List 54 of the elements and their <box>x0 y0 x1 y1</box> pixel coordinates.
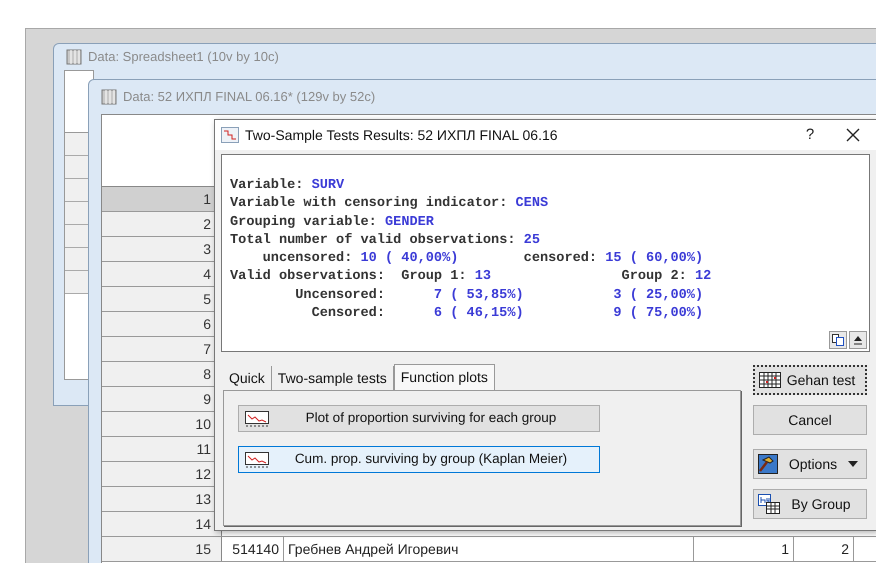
tab[interactable]: Function plots <box>394 364 495 390</box>
table-cell: Гребнев Андрей Игоревич <box>284 537 694 561</box>
result-label: Group 1: <box>401 268 467 286</box>
result-label: Grouping variable: <box>230 214 377 232</box>
dropdown-caret-icon <box>848 461 858 467</box>
copy-button[interactable] <box>829 331 847 349</box>
result-value: 10 ( 40,00%) <box>360 250 458 268</box>
result-label: Total number of valid observations: <box>230 232 516 250</box>
result-value: GENDER <box>385 214 434 232</box>
table-cell: 1 <box>694 537 794 561</box>
table-icon <box>759 372 781 388</box>
action-button[interactable]: By Group <box>753 489 867 519</box>
window-title: Data: Spreadsheet1 (10v by 10c) <box>88 48 279 66</box>
action-button[interactable]: Gehan test <box>753 365 867 395</box>
result-value: 12 <box>694 268 712 286</box>
row-header[interactable]: 15 <box>102 537 222 561</box>
result-value: 7 ( 53,85%) <box>434 288 524 303</box>
close-icon <box>846 128 860 142</box>
table-cell: 514140 <box>222 537 284 561</box>
result-label: Variable with censoring indicator: <box>230 195 508 214</box>
result-label: uncensored: <box>262 250 352 268</box>
dialog-title: Two-Sample Tests Results: 52 ИХПЛ FINAL 06.16 <box>245 126 559 145</box>
result-value: 13 <box>474 268 492 286</box>
result-value: 9 ( 75,00%) <box>613 306 704 322</box>
result-label: Uncensored: <box>295 286 385 305</box>
result-label: Censored: <box>312 305 385 324</box>
spreadsheet-icon <box>66 49 82 65</box>
result-label: Variable: <box>230 177 304 195</box>
action-button[interactable]: Options <box>753 449 867 479</box>
result-value: 15 ( 60,00%) <box>605 250 704 268</box>
result-value: 25 <box>524 232 540 250</box>
plot-icon <box>245 410 269 426</box>
plot-icon <box>245 452 269 468</box>
table-cell: 2 <box>794 537 854 561</box>
result-value: CENS <box>516 195 548 214</box>
result-value: 6 ( 46,15%) <box>434 306 524 322</box>
grouped-table-icon <box>758 494 780 514</box>
collapse-button[interactable] <box>849 331 867 349</box>
plot-button[interactable]: Cum. prop. surviving by group (Kaplan Meier) <box>238 446 600 473</box>
spreadsheet-icon <box>101 89 117 105</box>
help-button[interactable]: ? <box>790 124 830 146</box>
action-button[interactable]: Cancel <box>753 405 867 435</box>
window-title: Data: 52 ИХПЛ FINAL 06.16* (129v by 52c) <box>123 88 376 106</box>
result-value: 3 ( 25,00%) <box>613 288 704 303</box>
row-header[interactable]: 14 <box>102 512 222 536</box>
copy-icon <box>832 334 844 346</box>
hammer-icon <box>758 454 778 474</box>
up-arrow-icon <box>854 336 862 344</box>
result-label: Group 2: <box>622 268 687 286</box>
result-value: SURV <box>312 177 344 195</box>
chart-icon <box>221 127 239 143</box>
result-label: censored: <box>524 250 598 268</box>
plot-button[interactable]: Plot of proportion surviving for each group <box>238 405 600 432</box>
result-label: Valid observations: <box>230 269 385 284</box>
